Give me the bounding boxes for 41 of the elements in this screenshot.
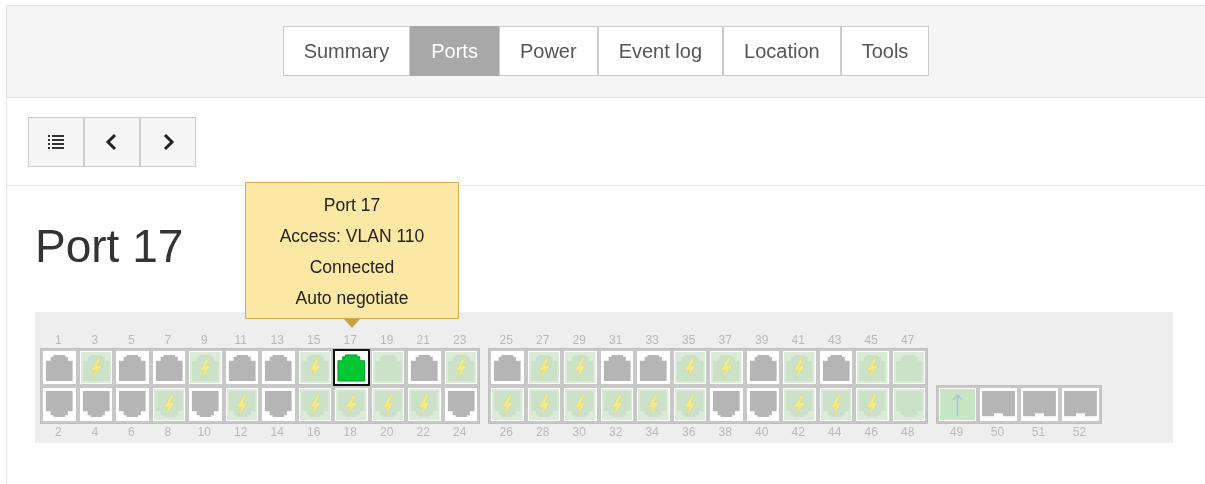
next-button[interactable] [140,117,196,167]
tooltip-line: Port 17 [322,194,382,217]
arrow-icon [952,393,963,417]
bolt-icon [381,394,394,417]
tab[interactable]: Power [498,26,598,76]
bolt-icon [647,394,660,417]
bolt-icon [866,394,879,417]
tooltip-line: Auto negotiate [294,287,410,310]
bolt-icon [345,394,358,417]
bolt-icon [793,357,806,380]
tab[interactable]: Summary [282,26,411,76]
bolt-icon [454,357,467,380]
bolt-icon [418,394,431,417]
bolt-icon [720,357,733,380]
bolt-icon [537,394,550,417]
bolt-icon [793,394,806,417]
switch-port[interactable] [333,349,370,386]
bolt-icon [537,357,550,380]
bolt-icon [574,394,587,417]
bolt-icon [89,357,102,380]
page-heading: Port 17 [35,219,184,274]
bolt-icon [574,357,587,380]
tooltip-line: Connected [308,256,396,279]
tab[interactable]: Location [723,26,841,76]
tab[interactable]: Event log [597,26,723,76]
bolt-icon [162,394,175,417]
bolt-icon [683,357,696,380]
bolt-icon [308,357,321,380]
list-view-button[interactable] [28,117,84,167]
bolt-icon [866,357,879,380]
previous-button[interactable] [84,117,140,167]
tab[interactable]: Tools [840,26,930,76]
list-icon [46,132,66,152]
bolt-icon [235,394,248,417]
bolt-icon [308,394,321,417]
bolt-icon [683,394,696,417]
bolt-icon [829,394,842,417]
tooltip-line: Access: VLAN 110 [278,225,426,248]
bolt-icon [610,394,623,417]
bolt-icon [199,357,212,380]
bolt-icon [501,394,514,417]
